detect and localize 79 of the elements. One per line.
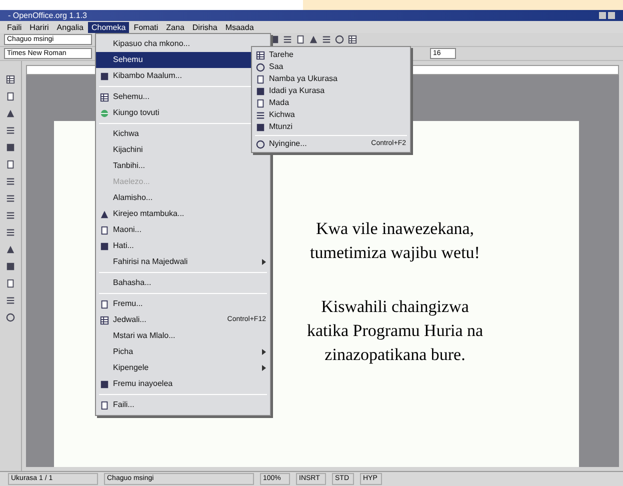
- menu-icon: [100, 108, 109, 118]
- menu-item-label: Tanbihi...: [113, 161, 146, 171]
- menu-item-label: Nyingine...: [269, 139, 307, 149]
- toolbar-icon[interactable]: [6, 75, 15, 84]
- document-paragraph: Kiswahili chaingizwa katika Programu Huria na zinazopatikana bure.: [306, 296, 484, 366]
- menu-item-label: Mtunzi: [269, 122, 293, 132]
- menu-item[interactable]: Kipasuo cha mkono...: [96, 36, 270, 52]
- menu-bar-item[interactable]: Hariri: [26, 22, 52, 32]
- menu-item[interactable]: Tanbihi...: [96, 158, 270, 174]
- menu-item-label: Sehemu...: [113, 92, 150, 102]
- menu-item[interactable]: Mtunzi: [252, 121, 410, 133]
- menu-item-label: Jedwali...: [113, 315, 146, 325]
- menu-item-label: Kibambo Maalum...: [113, 71, 182, 81]
- menu-item-label: Mada: [269, 98, 290, 108]
- menu-item-label: Kichwa: [269, 110, 295, 120]
- toolbar-icon[interactable]: [348, 35, 357, 44]
- menu-item-label: Picha: [113, 347, 134, 357]
- toolbar-icon[interactable]: [322, 35, 331, 44]
- toolbar-icon[interactable]: [6, 194, 15, 203]
- window-title: - OpenOffice.org 1.1.3: [8, 10, 88, 20]
- menu-item[interactable]: Kipengele: [96, 360, 270, 376]
- menu-bar-item[interactable]: Faili: [4, 22, 25, 32]
- menu-item-label: Saa: [269, 62, 284, 72]
- menu-item[interactable]: Maoni...: [96, 222, 270, 238]
- menu-item-label: Kiungo tovuti: [113, 108, 160, 118]
- menu-icon: [100, 316, 109, 324]
- menu-item-label: Tarehe: [269, 50, 294, 60]
- document-paragraph: Kwa vile inawezekana, tumetimiza wajibu wetu!: [309, 218, 481, 264]
- menu-bar-item[interactable]: Fomati: [130, 22, 162, 32]
- toolbar-icon[interactable]: [6, 126, 15, 135]
- toolbar-icon[interactable]: [6, 211, 15, 220]
- toolbar-icon[interactable]: [6, 313, 15, 322]
- menu-item-label: Hati...: [113, 241, 134, 251]
- menu-item[interactable]: Kirejeo mtambuka...: [96, 206, 270, 222]
- menu-item[interactable]: Namba ya Ukurasa: [252, 73, 410, 85]
- toolbar-icon[interactable]: [6, 228, 15, 237]
- menu-item-label: Sehemu: [113, 55, 143, 65]
- menu-item-label: Maelezo...: [113, 177, 150, 187]
- menu-item-label: Alamisho...: [113, 193, 153, 203]
- menu-item-label: Maoni...: [113, 225, 142, 235]
- menu-bar-item[interactable]: Zana: [163, 22, 188, 32]
- menu-icon: [100, 72, 109, 80]
- menu-item-label: Mstari wa Mlalo...: [113, 331, 176, 341]
- menu-item[interactable]: Picha: [96, 344, 270, 360]
- menu-icon: [256, 110, 265, 120]
- menu-icon: [100, 300, 109, 308]
- menu-bar-item[interactable]: Chomeka: [88, 22, 129, 32]
- menu-bar-item[interactable]: Dirisha: [189, 22, 220, 32]
- menu-icon: [100, 380, 109, 388]
- menu-item-label: Kijachini: [113, 145, 143, 155]
- menu-icon: [256, 50, 265, 60]
- menu-item-label: Fremu inayoelea: [113, 379, 173, 389]
- menu-item-label: Idadi ya Kurasa: [269, 86, 325, 96]
- menu-item-label: Kipasuo cha mkono...: [113, 39, 190, 49]
- toolbar-icon[interactable]: [283, 35, 292, 44]
- menu-item-label: Kichwa: [113, 129, 139, 139]
- menu-item[interactable]: Fahirisi na Majedwali: [96, 254, 270, 270]
- toolbar-icon[interactable]: [335, 35, 344, 44]
- menu-bar-item[interactable]: Msaada: [222, 22, 257, 32]
- menu-item[interactable]: Fremu inayoelea: [96, 376, 270, 392]
- menu-item-label: Fremu...: [113, 299, 143, 309]
- menu-item[interactable]: Fremu...: [96, 296, 270, 312]
- menu-item-label: Kirejeo mtambuka...: [113, 209, 184, 219]
- menu-bar-item[interactable]: Angalia: [54, 22, 86, 32]
- menu-item-label: Faili...: [113, 400, 134, 410]
- menu-item[interactable]: Mstari wa Mlalo...: [96, 328, 270, 344]
- menu-item-label: Fahirisi na Majedwali: [113, 257, 188, 267]
- toolbar-icon[interactable]: [6, 296, 15, 305]
- menu-item-label: Bahasha...: [113, 278, 152, 288]
- menu-item[interactable]: Faili...: [96, 397, 270, 413]
- menu-item-label: Kipengele: [113, 363, 149, 373]
- menu-icon: [100, 92, 109, 102]
- menu-icon: [100, 400, 109, 410]
- menu-item[interactable]: Bahasha...: [96, 275, 270, 291]
- toolbar-icon[interactable]: [6, 177, 15, 186]
- menu-item[interactable]: Kichwa: [252, 109, 410, 121]
- menu-item[interactable]: Alamisho...: [96, 190, 270, 206]
- menu-item-label: Namba ya Ukurasa: [269, 74, 338, 84]
- menu-item[interactable]: Hati...: [96, 238, 270, 254]
